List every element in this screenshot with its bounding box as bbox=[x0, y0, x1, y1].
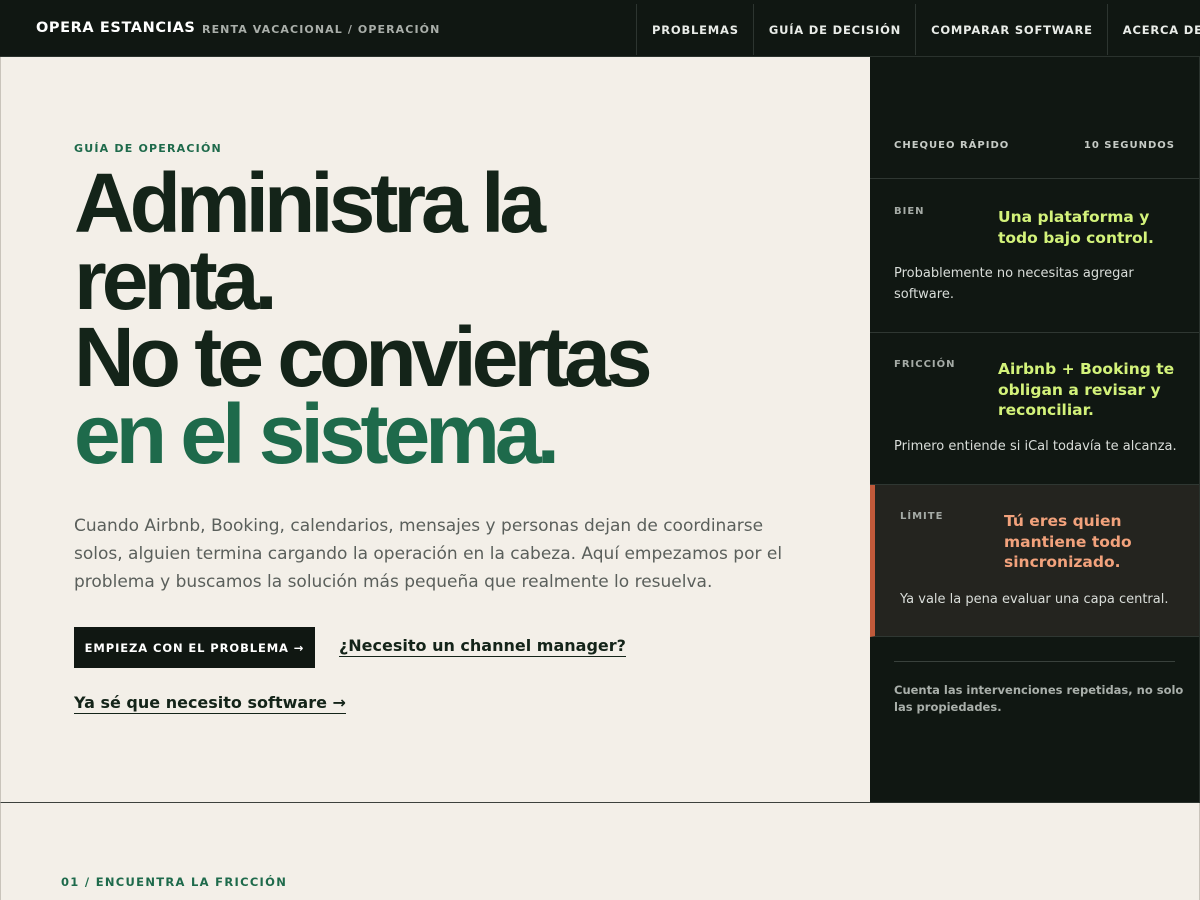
nav-item-acerca-de[interactable]: ACERCA DE bbox=[1106, 4, 1200, 55]
headline-line-1: Administra la bbox=[74, 156, 546, 250]
brand-logo-text[interactable]: OPERA ESTANCIAS bbox=[36, 20, 195, 36]
quick-check-header: CHEQUEO RÁPIDO 10 SEGUNDOS bbox=[870, 57, 1199, 179]
top-navigation-bar: OPERA ESTANCIAS RENTA VACACIONAL / OPERA… bbox=[0, 0, 1200, 57]
hero-description-line-1: Cuando Airbnb, Booking, calendarios, men… bbox=[74, 516, 764, 536]
headline-line-4-accent: en el sistema. bbox=[74, 387, 560, 481]
quick-check-footnote: Cuenta las intervenciones repetidas, no … bbox=[894, 683, 1184, 714]
hero-description-line-3: problema y buscamos la solución más pequ… bbox=[74, 572, 713, 592]
row-tag: FRICCIÓN bbox=[894, 359, 956, 370]
need-software-link[interactable]: Ya sé que necesito software → bbox=[74, 693, 346, 714]
hero-description-line-2: solos, alguien termina cargando la opera… bbox=[74, 544, 783, 564]
quick-check-duration: 10 SEGUNDOS bbox=[1083, 140, 1175, 151]
row-title: Airbnb + Booking te obligan a revisar y … bbox=[998, 360, 1175, 419]
panel-divider bbox=[894, 661, 1175, 662]
quick-check-row-bien: BIEN Una plataforma y todo bajo control.… bbox=[870, 179, 1199, 333]
hero-headline: Administra la renta. No te conviertas en… bbox=[74, 156, 834, 481]
nav-item-guia-de-decision[interactable]: GUÍA DE DECISIÓN bbox=[752, 4, 915, 55]
hero-description: Cuando Airbnb, Booking, calendarios, men… bbox=[74, 512, 783, 596]
row-title: Tú eres quien mantiene todo sincronizado… bbox=[1004, 512, 1132, 571]
row-tag: BIEN bbox=[894, 206, 925, 217]
channel-manager-link[interactable]: ¿Necesito un channel manager? bbox=[339, 636, 626, 657]
start-with-problem-button[interactable]: EMPIEZA CON EL PROBLEMA → bbox=[74, 627, 315, 668]
section-label: 01 / ENCUENTRA LA FRICCIÓN bbox=[61, 875, 288, 889]
headline-line-2: renta. bbox=[74, 233, 278, 327]
quick-check-row-limite: LÍMITE Tú eres quien mantiene todo sincr… bbox=[870, 485, 1199, 637]
hero-section: GUÍA DE OPERACIÓN Administra la renta. N… bbox=[0, 57, 870, 803]
brand-tagline: RENTA VACACIONAL / OPERACIÓN bbox=[202, 23, 441, 36]
quick-check-panel: CHEQUEO RÁPIDO 10 SEGUNDOS BIEN Una plat… bbox=[870, 57, 1200, 803]
nav-item-problemas[interactable]: PROBLEMAS bbox=[636, 4, 753, 55]
main-nav: PROBLEMAS GUÍA DE DECISIÓN COMPARAR SOFT… bbox=[636, 4, 1200, 55]
headline-line-3: No te conviertas bbox=[74, 310, 653, 404]
row-text: Ya vale la pena evaluar una capa central… bbox=[900, 592, 1169, 607]
find-friction-section: 01 / ENCUENTRA LA FRICCIÓN bbox=[0, 803, 1200, 900]
row-text: Probablemente no necesitas agregar softw… bbox=[894, 266, 1134, 302]
row-text: Primero entiende si iCal todavía te alca… bbox=[894, 439, 1177, 454]
row-title: Una plataforma y todo bajo control. bbox=[998, 208, 1154, 247]
nav-item-comparar-software[interactable]: COMPARAR SOFTWARE bbox=[915, 4, 1107, 55]
row-tag: LÍMITE bbox=[900, 511, 944, 522]
hero-eyebrow: GUÍA DE OPERACIÓN bbox=[74, 142, 222, 155]
quick-check-title: CHEQUEO RÁPIDO bbox=[894, 140, 1010, 151]
quick-check-row-friccion: FRICCIÓN Airbnb + Booking te obligan a r… bbox=[870, 333, 1199, 485]
